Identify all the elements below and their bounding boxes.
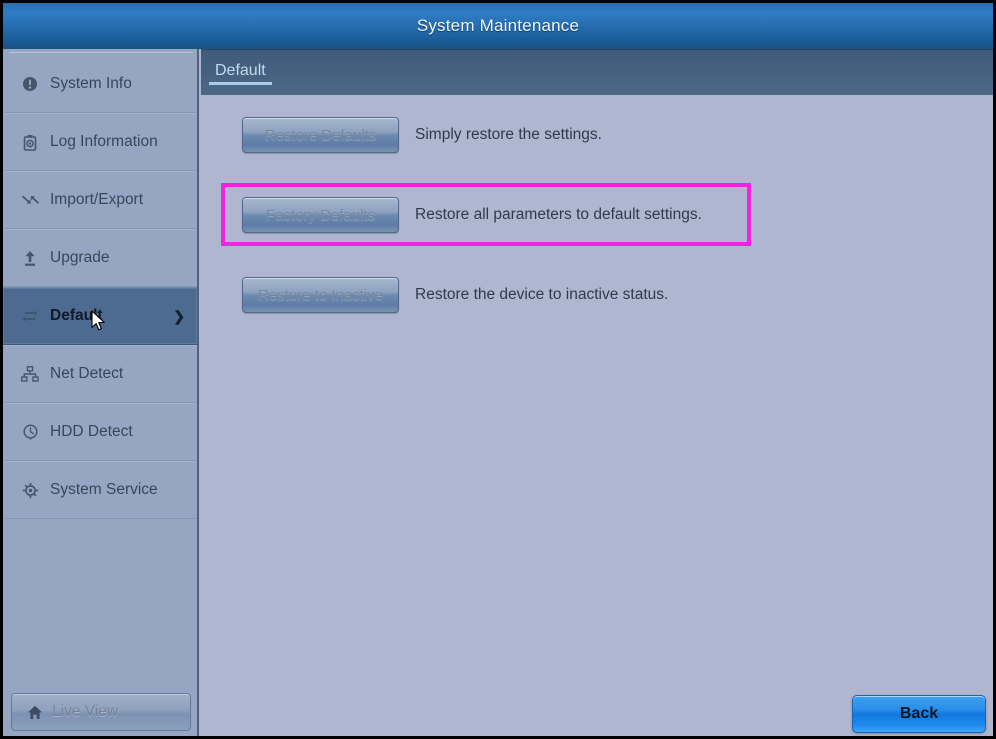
factory-defaults-button[interactable]: Factory Defaults [242,197,399,233]
log-camera-icon [19,132,41,152]
chevron-right-icon: ❯ [173,307,185,324]
sidebar-item-net-detect[interactable]: Net Detect ❯ [3,345,197,403]
sidebar-item-log-information[interactable]: Log Information ❯ [3,113,197,171]
back-button-label: Back [899,705,939,722]
button-label: Factory Defaults [265,206,376,224]
window-title: System Maintenance [416,16,580,35]
restore-defaults-description: Simply restore the settings. [415,126,602,143]
sidebar-item-import-export[interactable]: Import/Export ❯ [3,171,197,229]
sidebar-item-default[interactable]: Default ❯ [3,287,197,345]
tab-default[interactable]: Default [209,62,272,85]
sidebar-item-label: Import/Export [50,191,144,208]
action-row-factory-defaults: Factory Defaults Restore all parameters … [242,197,702,233]
system-maintenance-window: System Maintenance System Info ❯ [0,0,996,739]
gear-icon [19,480,41,500]
restore-defaults-button[interactable]: Restore Defaults [242,117,399,153]
sidebar: System Info ❯ Log Information ❯ [3,49,199,736]
sidebar-item-label: Net Detect [50,365,124,382]
tab-bar: Default [201,49,993,95]
sidebar-item-label: HDD Detect [50,423,133,440]
restore-loop-icon [19,306,41,326]
import-export-icon [19,190,41,210]
upload-arrow-icon [19,248,41,268]
live-view-label: Live View [52,703,119,720]
action-row-restore-defaults: Restore Defaults Simply restore the sett… [242,117,602,153]
restore-to-inactive-button[interactable]: Restore to Inactive [242,277,399,313]
window-titlebar: System Maintenance [3,3,993,49]
sidebar-top-divider [9,52,193,53]
network-icon [19,364,41,384]
sidebar-item-hdd-detect[interactable]: HDD Detect ❯ [3,403,197,461]
sidebar-nav-list: System Info ❯ Log Information ❯ [3,55,197,519]
sidebar-item-label: Log Information [50,133,158,150]
button-label: Restore Defaults [264,126,377,144]
sidebar-item-label: Upgrade [50,249,110,266]
home-icon [26,704,44,720]
back-button[interactable]: Back [852,695,986,733]
hdd-clock-icon [19,422,41,442]
button-label: Restore to Inactive [257,286,384,304]
sidebar-item-label: System Service [50,481,158,498]
restore-to-inactive-description: Restore the device to inactive status. [415,286,669,303]
live-view-button[interactable]: Live View [11,693,191,731]
sidebar-item-label: Default [50,307,103,324]
sidebar-item-upgrade[interactable]: Upgrade ❯ [3,229,197,287]
info-circle-icon [19,74,41,94]
main-content: Restore Defaults Simply restore the sett… [201,95,993,695]
sidebar-item-system-service[interactable]: System Service ❯ [3,461,197,519]
factory-defaults-description: Restore all parameters to default settin… [415,206,702,223]
sidebar-item-system-info[interactable]: System Info ❯ [3,55,197,113]
action-row-restore-to-inactive: Restore to Inactive Restore the device t… [242,277,668,313]
sidebar-item-label: System Info [50,74,132,92]
